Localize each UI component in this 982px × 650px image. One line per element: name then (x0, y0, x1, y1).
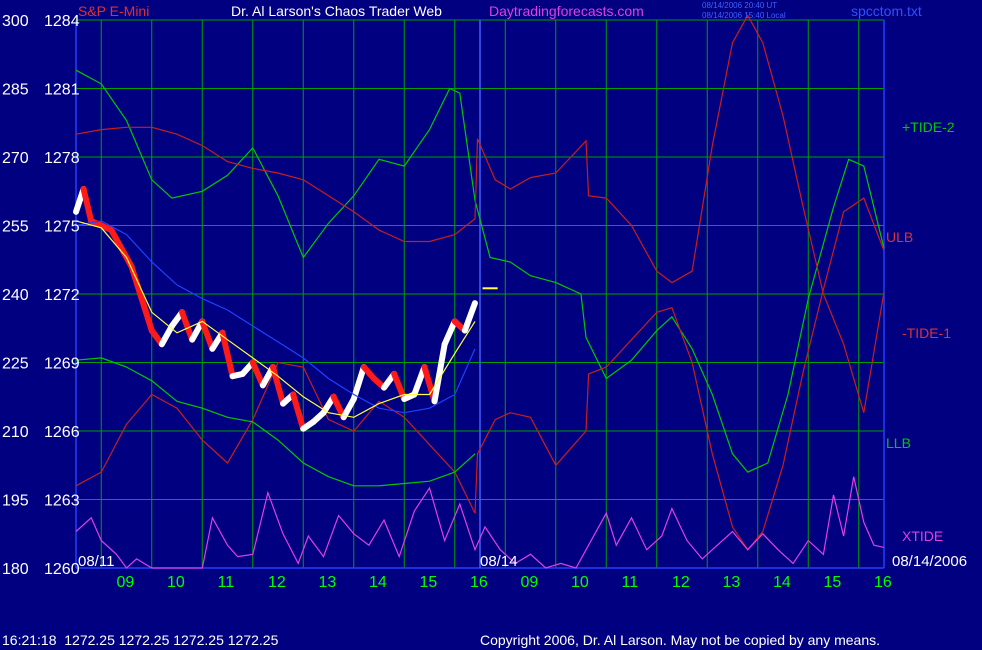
hour-tick-label: 09 (521, 574, 539, 591)
left-axis-tick-label: 195 (2, 493, 29, 510)
left-axis-tick-label: 210 (2, 424, 29, 441)
price-axis-tick-label: 1278 (44, 150, 80, 167)
series-label-ulb: ULB (886, 229, 913, 245)
left-axis-tick-label: 240 (2, 287, 29, 304)
price-axis-tick-label: 1272 (44, 287, 80, 304)
hour-tick-label: 16 (874, 574, 892, 591)
price-axis-tick-label: 1266 (44, 424, 80, 441)
hour-tick-label: 12 (672, 574, 690, 591)
hour-tick-label: 15 (824, 574, 842, 591)
author-title: Dr. Al Larson's Chaos Trader Web (231, 3, 442, 19)
site-link[interactable]: Daytradingforecasts.com (489, 3, 644, 19)
price-axis-tick-label: 1284 (44, 13, 80, 30)
price-axis-tick-label: 1263 (44, 493, 80, 510)
left-axis-tick-label: 270 (2, 150, 29, 167)
price-axis-labels: 1284 1281 1278 1275 1272 1269 1266 1263 1260 (44, 13, 80, 578)
left-axis-tick-label: 255 (2, 219, 29, 236)
hour-tick-label: 14 (369, 574, 387, 591)
price-axis-tick-label: 1281 (44, 82, 80, 99)
series-label-tide2: +TIDE-2 (902, 119, 955, 135)
left-axis-tick-label: 180 (2, 561, 29, 578)
hour-tick-label: 10 (571, 574, 589, 591)
series-label-tide1: -TIDE-1 (902, 325, 951, 341)
hour-tick-label: 13 (319, 574, 337, 591)
file-name: spcctom.txt (851, 3, 922, 19)
hour-tick-label: 10 (167, 574, 185, 591)
hour-tick-label: 09 (117, 574, 135, 591)
hour-tick-label: 11 (218, 574, 235, 591)
timestamp-local: 08/14/2006 15:40 Local (702, 11, 786, 20)
left-axis-tick-label: 285 (2, 82, 29, 99)
price-axis-tick-label: 1269 (44, 356, 80, 373)
instrument-title: S&P E-Mini (78, 3, 149, 19)
timestamp-ut: 08/14/2006 20:40 UT (702, 1, 777, 10)
series-label-xtide: XTIDE (902, 528, 943, 544)
left-axis-tick-label: 225 (2, 356, 29, 373)
date-label-start: 08/11 (78, 553, 114, 570)
quote-readout: 16:21:18 1272.25 1272.25 1272.25 1272.25 (2, 632, 279, 648)
hour-tick-label: 15 (420, 574, 438, 591)
hour-tick-label: 16 (470, 574, 488, 591)
hour-tick-label: 14 (773, 574, 791, 591)
price-axis-tick-label: 1260 (44, 561, 80, 578)
hour-tick-label: 13 (723, 574, 741, 591)
chart-canvas: S&P E-Mini Dr. Al Larson's Chaos Trader … (0, 0, 982, 650)
left-axis-tick-label: 300 (2, 13, 29, 30)
date-label-mid: 08/14 (480, 553, 518, 570)
hour-tick-label: 12 (268, 574, 286, 591)
price-axis-tick-label: 1275 (44, 219, 80, 236)
left-axis-labels: 300 285 270 255 240 225 210 195 180 (2, 13, 29, 578)
hour-tick-label: 11 (622, 574, 639, 591)
date-label-end: 08/14/2006 (892, 553, 967, 570)
series-label-llb: LLB (886, 435, 911, 451)
copyright-notice: Copyright 2006, Dr. Al Larson. May not b… (480, 632, 880, 648)
